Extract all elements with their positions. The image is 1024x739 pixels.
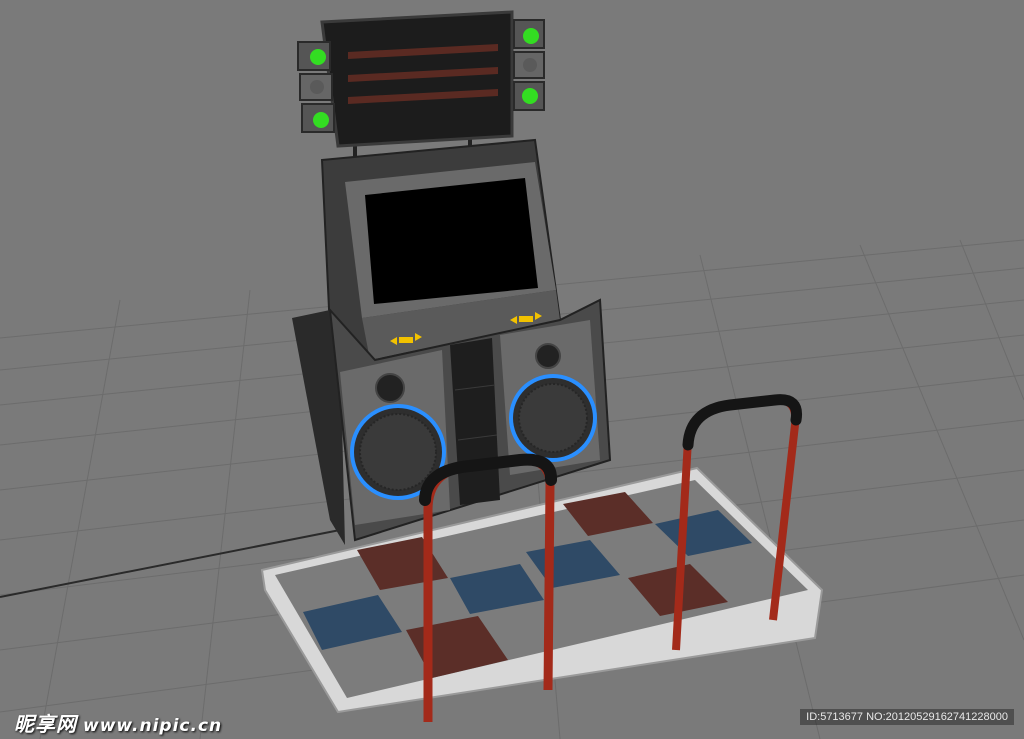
- watermark-brand: 昵享网 www.nipic.cn: [14, 708, 222, 737]
- right-lights: [513, 19, 545, 111]
- green-light: [310, 49, 326, 65]
- watermark-id: ID:5713677 NO:20120529162741228000: [800, 709, 1014, 725]
- green-light: [313, 112, 329, 128]
- green-light: [523, 28, 539, 44]
- marquee-sign: [320, 10, 514, 160]
- watermark-brand-name: 昵享网: [14, 712, 77, 736]
- watermark-site: www.nipic.cn: [83, 716, 223, 736]
- green-light: [522, 88, 538, 104]
- tweeter-left: [375, 373, 405, 403]
- left-lights: [297, 41, 335, 133]
- arcade-scene: [0, 0, 1024, 739]
- tweeter-right: [535, 343, 561, 369]
- monitor-screen: [365, 178, 538, 304]
